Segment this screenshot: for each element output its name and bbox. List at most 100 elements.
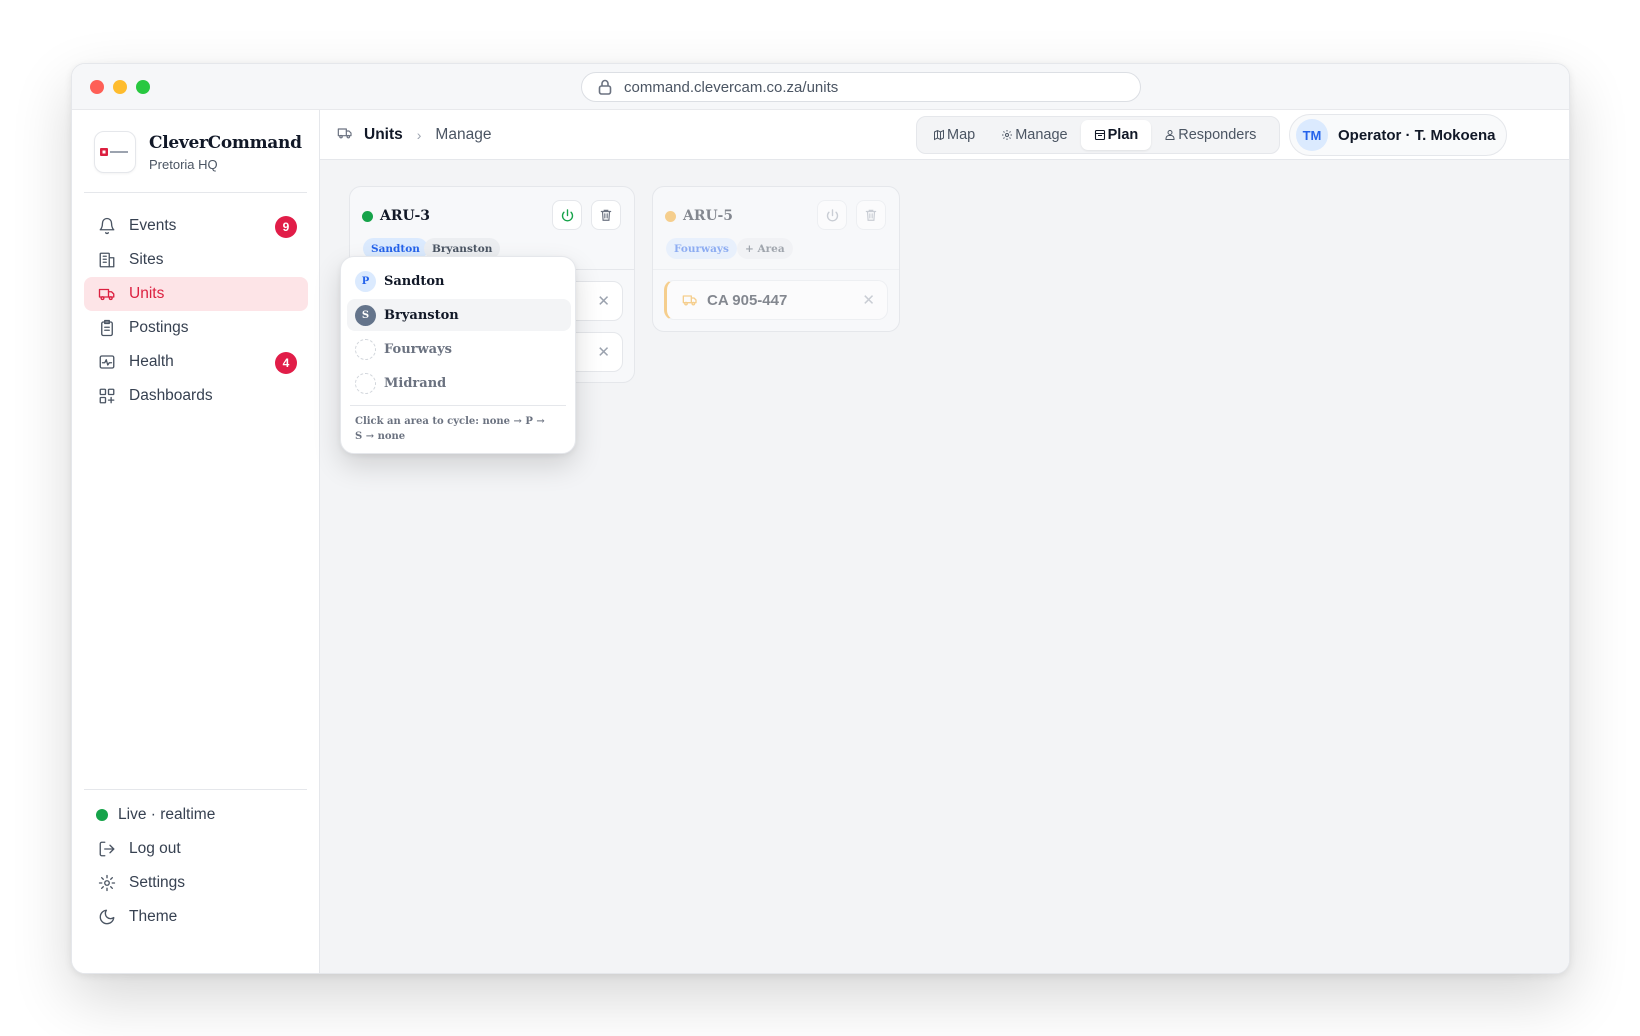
power-icon — [561, 208, 573, 221]
sidebar-item-label: Units — [129, 285, 165, 302]
settings-label: Settings — [129, 874, 186, 891]
tab-label: Map — [947, 127, 976, 143]
close-window-button[interactable] — [90, 80, 104, 94]
tab-responders[interactable]: Responders — [1151, 120, 1269, 150]
vehicle-plate: CA 905-447 — [707, 291, 788, 309]
breadcrumb-page: Manage — [435, 126, 492, 143]
sidebar-item-dashboards[interactable]: Dashboards — [84, 379, 308, 413]
logout-button[interactable]: Log out — [84, 832, 308, 866]
close-icon[interactable]: ✕ — [597, 292, 610, 310]
events-count-badge: 9 — [275, 216, 297, 238]
browser-window: command.clevercam.co.za/units CleverComm… — [71, 63, 1570, 974]
sidebar-item-sites[interactable]: Sites — [84, 243, 308, 277]
chevron-right-icon: › — [416, 127, 422, 143]
power-icon — [826, 208, 838, 221]
unit-name: ARU-3 — [380, 208, 431, 224]
pulse-icon — [97, 352, 117, 372]
tab-label: Plan — [1107, 127, 1139, 143]
bell-icon — [97, 216, 117, 236]
area-option-bryanston[interactable]: S Bryanston — [347, 299, 571, 331]
sidebar-item-health[interactable]: Health 4 — [84, 345, 308, 379]
avatar: TM — [1296, 119, 1328, 151]
gear-icon — [1002, 130, 1013, 140]
sidebar-divider — [84, 192, 307, 193]
address-bar[interactable]: command.clevercam.co.za/units — [581, 72, 1141, 102]
vehicle-row[interactable]: CA 905-447 ✕ — [664, 280, 888, 320]
breadcrumb: Units › Manage — [336, 110, 491, 160]
close-icon[interactable]: ✕ — [597, 343, 610, 361]
area-option-label: Fourways — [384, 341, 452, 357]
area-popover: P Sandton S Bryanston Fourways Midrand C… — [340, 256, 576, 454]
operator-name: Operator · T. Mokoena — [1338, 126, 1496, 144]
truck-icon — [336, 125, 354, 146]
sidebar-item-label: Sites — [129, 251, 164, 268]
view-switcher: Map Manage Plan Responders — [916, 116, 1280, 154]
area-option-label: Bryanston — [384, 307, 459, 323]
moon-icon — [97, 907, 117, 927]
popover-hint: Click an area to cycle: none → P → S → n… — [355, 416, 545, 442]
theme-toggle[interactable]: Theme — [84, 900, 308, 934]
gear-icon — [97, 873, 117, 893]
empty-marker — [355, 338, 376, 360]
theme-label: Theme — [129, 908, 178, 925]
clipboard-icon — [97, 318, 117, 338]
lock-icon — [598, 79, 612, 95]
status-dot — [665, 210, 676, 222]
breadcrumb-section[interactable]: Units — [364, 126, 403, 144]
live-status: Live · realtime — [84, 798, 308, 832]
area-option-sandton[interactable]: P Sandton — [347, 265, 571, 297]
close-icon[interactable]: ✕ — [862, 291, 875, 309]
power-button[interactable] — [817, 200, 847, 230]
tab-label: Responders — [1178, 127, 1257, 143]
main-content: Units › Manage Map Manage Plan Responder… — [320, 110, 1569, 973]
settings-button[interactable]: Settings — [84, 866, 308, 900]
top-bar: Units › Manage Map Manage Plan Responder… — [320, 110, 1569, 160]
sidebar-item-postings[interactable]: Postings — [84, 311, 308, 345]
map-icon — [934, 129, 944, 141]
area-chip-primary[interactable]: Fourways — [666, 238, 737, 259]
sidebar-item-label: Postings — [129, 319, 189, 336]
delete-button[interactable] — [856, 200, 886, 230]
sidebar: CleverCommand Pretoria HQ Events 9 Sites… — [72, 110, 320, 973]
calendar-icon — [1094, 129, 1105, 141]
sidebar-footer-divider — [84, 789, 307, 790]
trash-icon — [865, 209, 877, 221]
tab-plan[interactable]: Plan — [1080, 120, 1152, 150]
sidebar-item-label: Dashboards — [129, 387, 213, 404]
area-option-label: Sandton — [384, 273, 445, 289]
unit-title: ARU-3 — [362, 208, 430, 224]
truck-icon — [681, 292, 699, 308]
sidebar-item-units[interactable]: Units — [84, 277, 308, 311]
url-text: command.clevercam.co.za/units — [624, 78, 839, 96]
dashboard-icon — [97, 386, 117, 406]
tab-label: Manage — [1015, 127, 1068, 143]
health-count-badge: 4 — [275, 352, 297, 374]
area-option-midrand[interactable]: Midrand — [347, 367, 571, 399]
tab-manage[interactable]: Manage — [988, 120, 1080, 150]
power-button[interactable] — [552, 200, 582, 230]
tab-map[interactable]: Map — [920, 120, 988, 150]
brand-logo — [94, 131, 136, 173]
delete-button[interactable] — [591, 200, 621, 230]
minimize-window-button[interactable] — [113, 80, 127, 94]
popover-divider — [350, 405, 566, 406]
primary-marker: P — [355, 270, 376, 292]
unit-card-header: ARU-5 Fourways + Area — [653, 187, 899, 270]
brand-name: CleverCommand — [149, 132, 302, 153]
sidebar-item-events[interactable]: Events 9 — [84, 209, 308, 243]
logout-icon — [97, 839, 117, 859]
brand: CleverCommand Pretoria HQ — [94, 131, 302, 173]
live-indicator — [96, 809, 108, 821]
operator-menu[interactable]: TM Operator · T. Mokoena — [1289, 114, 1507, 156]
title-bar: command.clevercam.co.za/units — [72, 64, 1569, 110]
sidebar-item-label: Events — [129, 217, 177, 234]
area-option-fourways[interactable]: Fourways — [347, 333, 571, 365]
unit-name: ARU-5 — [683, 208, 734, 224]
unit-card: ARU-5 Fourways + Area CA 905-447 ✕ — [652, 186, 900, 332]
status-dot — [362, 210, 373, 222]
trash-icon — [600, 209, 612, 221]
secondary-marker: S — [355, 304, 376, 326]
maximize-window-button[interactable] — [136, 80, 150, 94]
sidebar-item-label: Health — [129, 353, 174, 370]
add-area-button[interactable]: + Area — [737, 238, 793, 259]
